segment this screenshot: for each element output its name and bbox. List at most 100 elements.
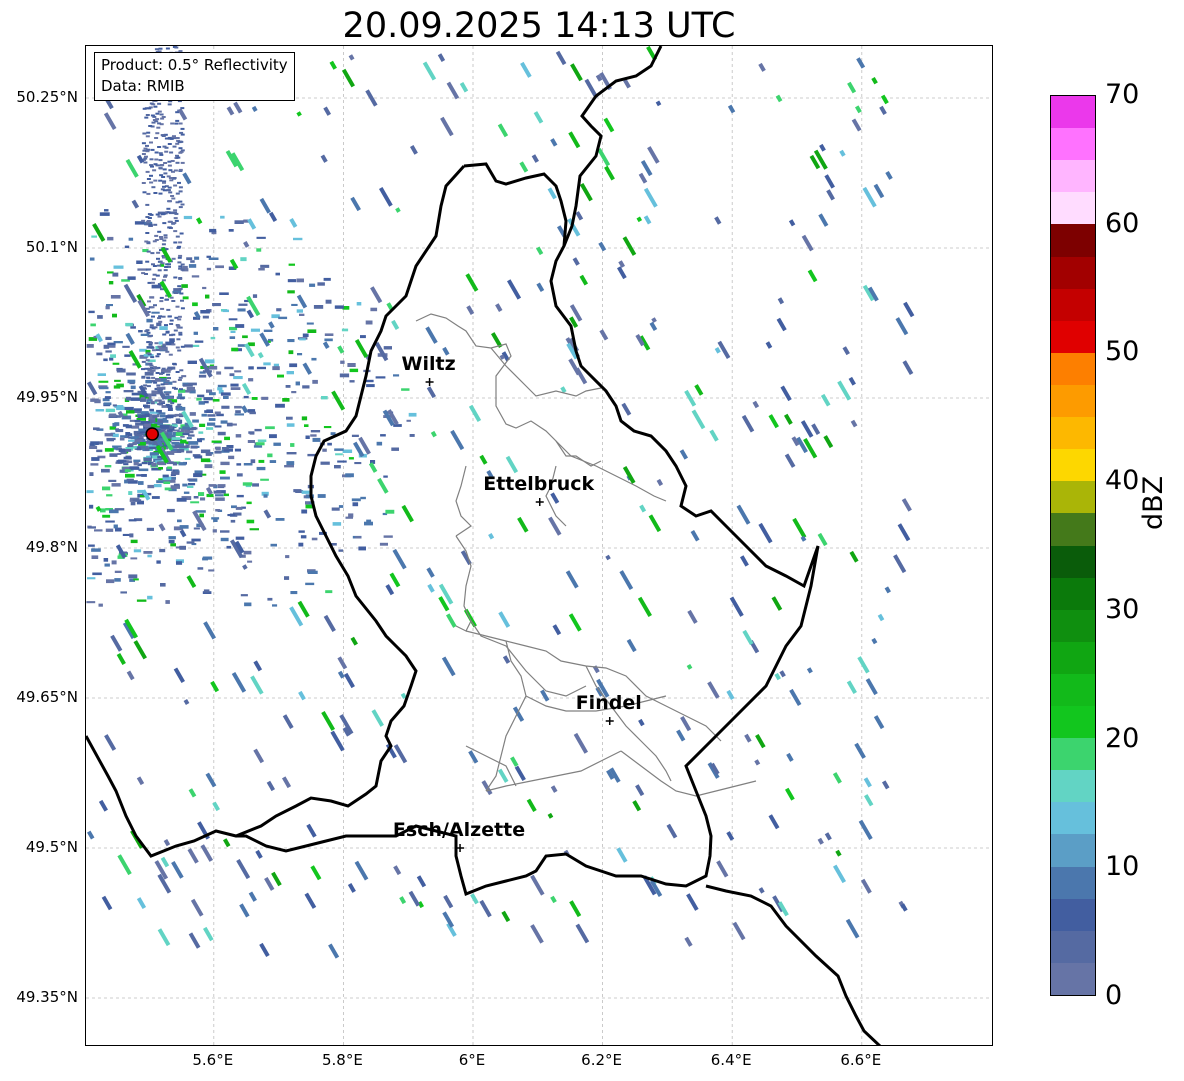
echo-pixel [134,433,142,437]
echo-pixel [286,423,295,427]
echo-pixel [272,366,280,371]
echo-pixel [123,415,128,419]
echo-pixel [156,264,161,267]
echo-pixel [214,446,221,450]
echo-streak [684,936,693,947]
echo-pixel [164,298,169,301]
echo-pixel [198,374,207,378]
echo-streak [205,486,213,496]
echo-pixel [111,483,121,487]
echo-streak [885,170,893,180]
echo-pixel [147,595,153,600]
echo-pixel [234,220,244,224]
echo-streak [785,787,795,801]
echo-streak [643,187,658,208]
echo-pixel [247,440,255,443]
echo-pixel [105,528,114,532]
echo-pixel [165,350,170,353]
echo-streak [806,667,813,674]
echo-streak [202,926,214,942]
echo-pixel [144,273,148,275]
echo-pixel [148,341,153,344]
echo-pixel [152,265,157,267]
echo-streak [297,600,310,618]
echo-pixel [165,331,170,334]
echo-pixel [275,272,280,276]
echo-streak [354,860,369,881]
echo-pixel [143,384,148,387]
echo-streak [495,303,503,312]
colorbar-tick-label: 30 [1105,593,1140,625]
echo-streak [873,183,885,199]
echo-streak [459,82,469,93]
echo-pixel [186,541,195,544]
echo-streak [251,105,258,112]
echo-streak [117,854,132,876]
echo-pixel [214,451,222,454]
echo-pixel [246,519,255,524]
echo-pixel [132,446,138,449]
echo-pixel [208,365,218,370]
echo-pixel [153,304,157,307]
y-tick-label: 49.35°N [16,988,78,1006]
echo-pixel [189,412,196,416]
echo-streak [774,672,781,681]
echo-pixel [217,387,223,391]
echo-pixel [145,380,153,384]
echo-pixel [219,292,229,295]
echo-pixel [156,257,160,260]
echo-pixel [383,535,393,538]
radar-map[interactable] [85,45,993,1046]
echo-pixel [236,463,242,466]
echo-pixel [171,257,176,260]
echo-pixel [228,229,234,232]
colorbar-tick-label: 60 [1105,207,1140,239]
echo-pixel [133,462,139,466]
echo-pixel [360,496,366,500]
echo-pixel [166,508,175,513]
echo-pixel [393,424,402,427]
echo-pixel [174,212,179,215]
colorbar-label: dBZ [1138,475,1169,530]
echo-pixel [131,425,140,429]
echo-streak [330,730,345,752]
echo-streak [824,174,835,189]
echo-streak [393,865,402,876]
echo-pixel [123,456,132,460]
echo-pixel [235,506,243,510]
echo-pixel [230,383,239,387]
echo-pixel [175,154,179,157]
echo-streak [441,656,456,677]
echo-pixel [104,448,114,452]
echo-pixel [275,518,285,521]
echo-pixel [142,107,147,110]
echo-pixel [151,284,162,289]
city-label: Ettelbruck [483,473,595,495]
echo-pixel [348,457,354,460]
echo-pixel [217,384,227,388]
echo-streak [370,286,383,304]
echo-pixel [125,396,131,401]
echo-streak [847,81,857,94]
echo-pixel [147,217,152,219]
echo-pixel [178,147,183,150]
echo-pixel [162,181,166,184]
echo-pixel [298,530,305,533]
echo-pixel [178,241,183,244]
colorbar-segment [1051,898,1095,931]
echo-pixel [224,436,230,441]
echo-pixel [153,484,162,488]
echo-pixel [145,359,150,362]
echo-streak [440,116,454,137]
echo-pixel [152,452,159,456]
echo-pixel [208,257,219,260]
echo-pixel [96,352,103,356]
echo-pixel [206,267,212,271]
echo-pixel [148,363,153,366]
echo-pixel [180,397,184,400]
echo-pixel [338,549,344,552]
echo-streak [87,830,95,840]
echo-streak [385,584,395,596]
echo-streak [530,924,544,944]
echo-pixel [172,145,177,148]
